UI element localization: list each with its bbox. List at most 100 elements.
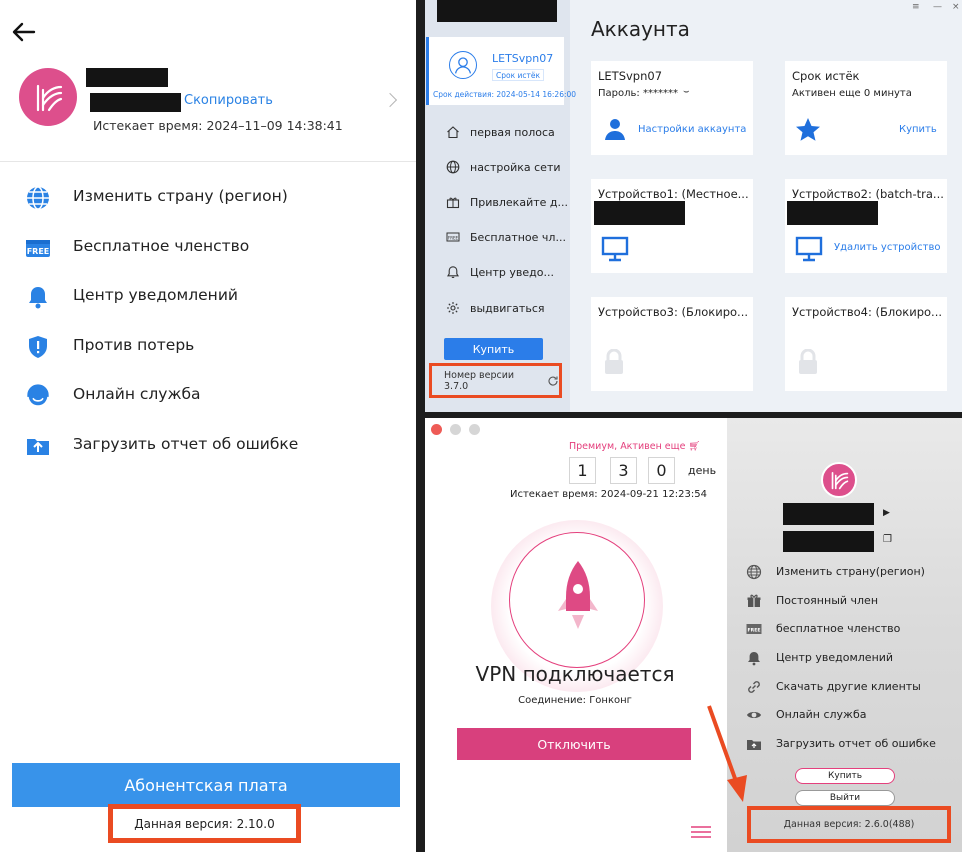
- globe-icon: [25, 185, 51, 211]
- menu-item-anti-loss[interactable]: Против потерь: [0, 326, 416, 366]
- play-icon[interactable]: ▶: [883, 508, 890, 518]
- upload-icon: [25, 433, 51, 459]
- menu-item-upload-report[interactable]: Загрузить отчет об ошибке: [0, 425, 416, 465]
- close-window-button[interactable]: [431, 424, 442, 435]
- avatar[interactable]: [19, 68, 77, 126]
- status-card: Срок истёк Активен еще 0 минута Купить: [785, 61, 947, 155]
- eye-toggle-icon[interactable]: ⌣: [683, 86, 690, 97]
- status-text: Активен еще 0 минута: [792, 88, 912, 99]
- mac-sidebar: ▶ ❐ Изменить страну(регион) Постоянный ч…: [727, 418, 962, 852]
- menu-item-online-support[interactable]: Онлайн служба: [0, 375, 416, 415]
- sidebar-label: первая полоса: [470, 126, 555, 139]
- menu-label: Онлайн служба: [73, 385, 201, 403]
- device-title: Устройство3: (Блокиро...: [598, 305, 749, 319]
- sidebar-item-network[interactable]: настройка сети: [425, 156, 570, 180]
- menu-item-permanent-member[interactable]: Постоянный член: [727, 590, 962, 612]
- expired-chip: Срок истёк: [492, 69, 544, 81]
- monitor-icon: [601, 236, 629, 262]
- valid-until: Срок действия: 2024-05-14 16:26:00: [433, 90, 577, 99]
- logout-button[interactable]: Выйти: [795, 790, 895, 806]
- subscribe-button[interactable]: Абонентская плата: [12, 763, 400, 807]
- menu-item-free-membership[interactable]: FREE Бесплатное членство: [0, 227, 416, 267]
- back-arrow-icon[interactable]: [10, 18, 38, 46]
- menu-item-notifications[interactable]: Центр уведомлений: [727, 647, 962, 669]
- page-title: Аккаунта: [591, 17, 690, 41]
- menu-label: Онлайн служба: [776, 708, 867, 721]
- redacted-account-id: [90, 93, 181, 112]
- hamburger-icon[interactable]: [691, 826, 711, 838]
- menu-item-online-support[interactable]: Онлайн служба: [727, 704, 962, 726]
- minimize-window-button[interactable]: [450, 424, 461, 435]
- expire-time: Истекает время: 2024–11–09 14:38:41: [93, 118, 343, 133]
- copy-icon[interactable]: ❐: [883, 534, 892, 545]
- sidebar-label: выдвигаться: [470, 302, 545, 315]
- chevron-right-icon[interactable]: [382, 92, 398, 108]
- disconnect-button[interactable]: Отключить: [457, 728, 691, 760]
- account-card: LETSvpn07 Пароль: ******* ⌣ Настройки ак…: [591, 61, 753, 155]
- sidebar-item-free[interactable]: FREE Бесплатное чл...: [425, 226, 570, 250]
- close-icon[interactable]: ×: [952, 2, 960, 12]
- lock-icon: [799, 349, 817, 374]
- user-icon: [605, 119, 625, 140]
- sidebar-item-settings[interactable]: выдвигаться: [425, 297, 570, 321]
- svg-text:FREE: FREE: [27, 247, 50, 256]
- profile-card[interactable]: LETSvpn07 Срок истёк Срок действия: 2024…: [426, 37, 576, 105]
- home-icon: [447, 126, 459, 139]
- letsvpn-logo-icon: [36, 84, 63, 112]
- refresh-icon[interactable]: [547, 375, 559, 387]
- divider: [0, 161, 416, 162]
- buy-button[interactable]: Купить: [444, 338, 543, 360]
- free-badge-icon: FREE: [25, 235, 51, 261]
- version-label: Данная версия: 2.10.0: [108, 804, 301, 843]
- zoom-window-button[interactable]: [469, 424, 480, 435]
- shield-alert-icon: [25, 334, 51, 360]
- connect-button[interactable]: [509, 532, 645, 668]
- globe-icon: [746, 564, 762, 580]
- device-card-3: Устройство3: (Блокиро...: [591, 297, 753, 391]
- buy-link[interactable]: Купить: [899, 124, 937, 135]
- screenshot-collage: Скопировать Истекает время: 2024–11–09 1…: [0, 0, 962, 852]
- menu-label: Изменить страну(регион): [776, 565, 925, 578]
- user-icon: [449, 51, 477, 79]
- free-badge-icon: FREE: [746, 624, 762, 634]
- mac-app-window: Премиум, Активен еще 🛒︎ 1 3 0 день Истек…: [425, 418, 962, 852]
- menu-item-change-country[interactable]: Изменить страну(регион): [727, 561, 962, 583]
- minimize-icon[interactable]: —: [933, 2, 942, 12]
- menu-icon[interactable]: ≡: [912, 2, 920, 12]
- menu-item-free-membership[interactable]: FREE бесплатное членство: [727, 618, 962, 640]
- avatar[interactable]: [821, 462, 857, 498]
- sidebar-label: Бесплатное чл...: [470, 231, 566, 244]
- version-label: Номер версии 3.7.0: [429, 363, 562, 398]
- mobile-account-panel: Скопировать Истекает время: 2024–11–09 1…: [0, 0, 416, 852]
- desktop-account-window: LETSvpn07 Срок истёк Срок действия: 2024…: [425, 0, 962, 412]
- account-settings-link[interactable]: Настройки аккаунта: [638, 124, 746, 135]
- svg-text:FREE: FREE: [748, 627, 761, 633]
- premium-status: Премиум, Активен еще 🛒︎: [569, 441, 701, 452]
- remove-device-link[interactable]: Удалить устройство: [834, 242, 940, 253]
- menu-label: Бесплатное членство: [73, 237, 250, 255]
- bell-icon: [748, 652, 760, 666]
- version-text: Номер версии 3.7.0: [444, 369, 515, 392]
- menu-item-upload-report[interactable]: Загрузить отчет об ошибке: [727, 733, 962, 755]
- days-digit: 3: [610, 457, 637, 484]
- sidebar-label: Центр уведо...: [470, 266, 554, 279]
- sidebar-label: Привлекайте д...: [470, 196, 568, 209]
- menu-item-change-country[interactable]: Изменить страну (регион): [0, 177, 416, 217]
- buy-button[interactable]: Купить: [795, 768, 895, 784]
- menu-label: Загрузить отчет об ошибке: [776, 737, 936, 750]
- menu-label: Центр уведомлений: [776, 651, 894, 664]
- password-text: Пароль: *******: [598, 88, 678, 99]
- sidebar-item-invite[interactable]: Привлекайте д...: [425, 191, 570, 215]
- expire-time: Истекает время: 2024-09-21 12:23:54: [510, 489, 707, 500]
- days-digit: 1: [569, 457, 596, 484]
- sidebar-item-home[interactable]: первая полоса: [425, 121, 570, 145]
- menu-item-notifications[interactable]: Центр уведомлений: [0, 276, 416, 316]
- menu-item-download-clients[interactable]: Скачать другие клиенты: [727, 676, 962, 698]
- menu-label: Изменить страну (регион): [73, 187, 288, 205]
- menu-label: Центр уведомлений: [73, 286, 238, 304]
- upload-icon: [747, 740, 761, 750]
- premium-text: Премиум, Активен еще: [569, 441, 686, 452]
- copy-link[interactable]: Скопировать: [184, 93, 273, 108]
- sidebar-item-notifications[interactable]: Центр уведо...: [425, 261, 570, 285]
- days-digit: 0: [648, 457, 675, 484]
